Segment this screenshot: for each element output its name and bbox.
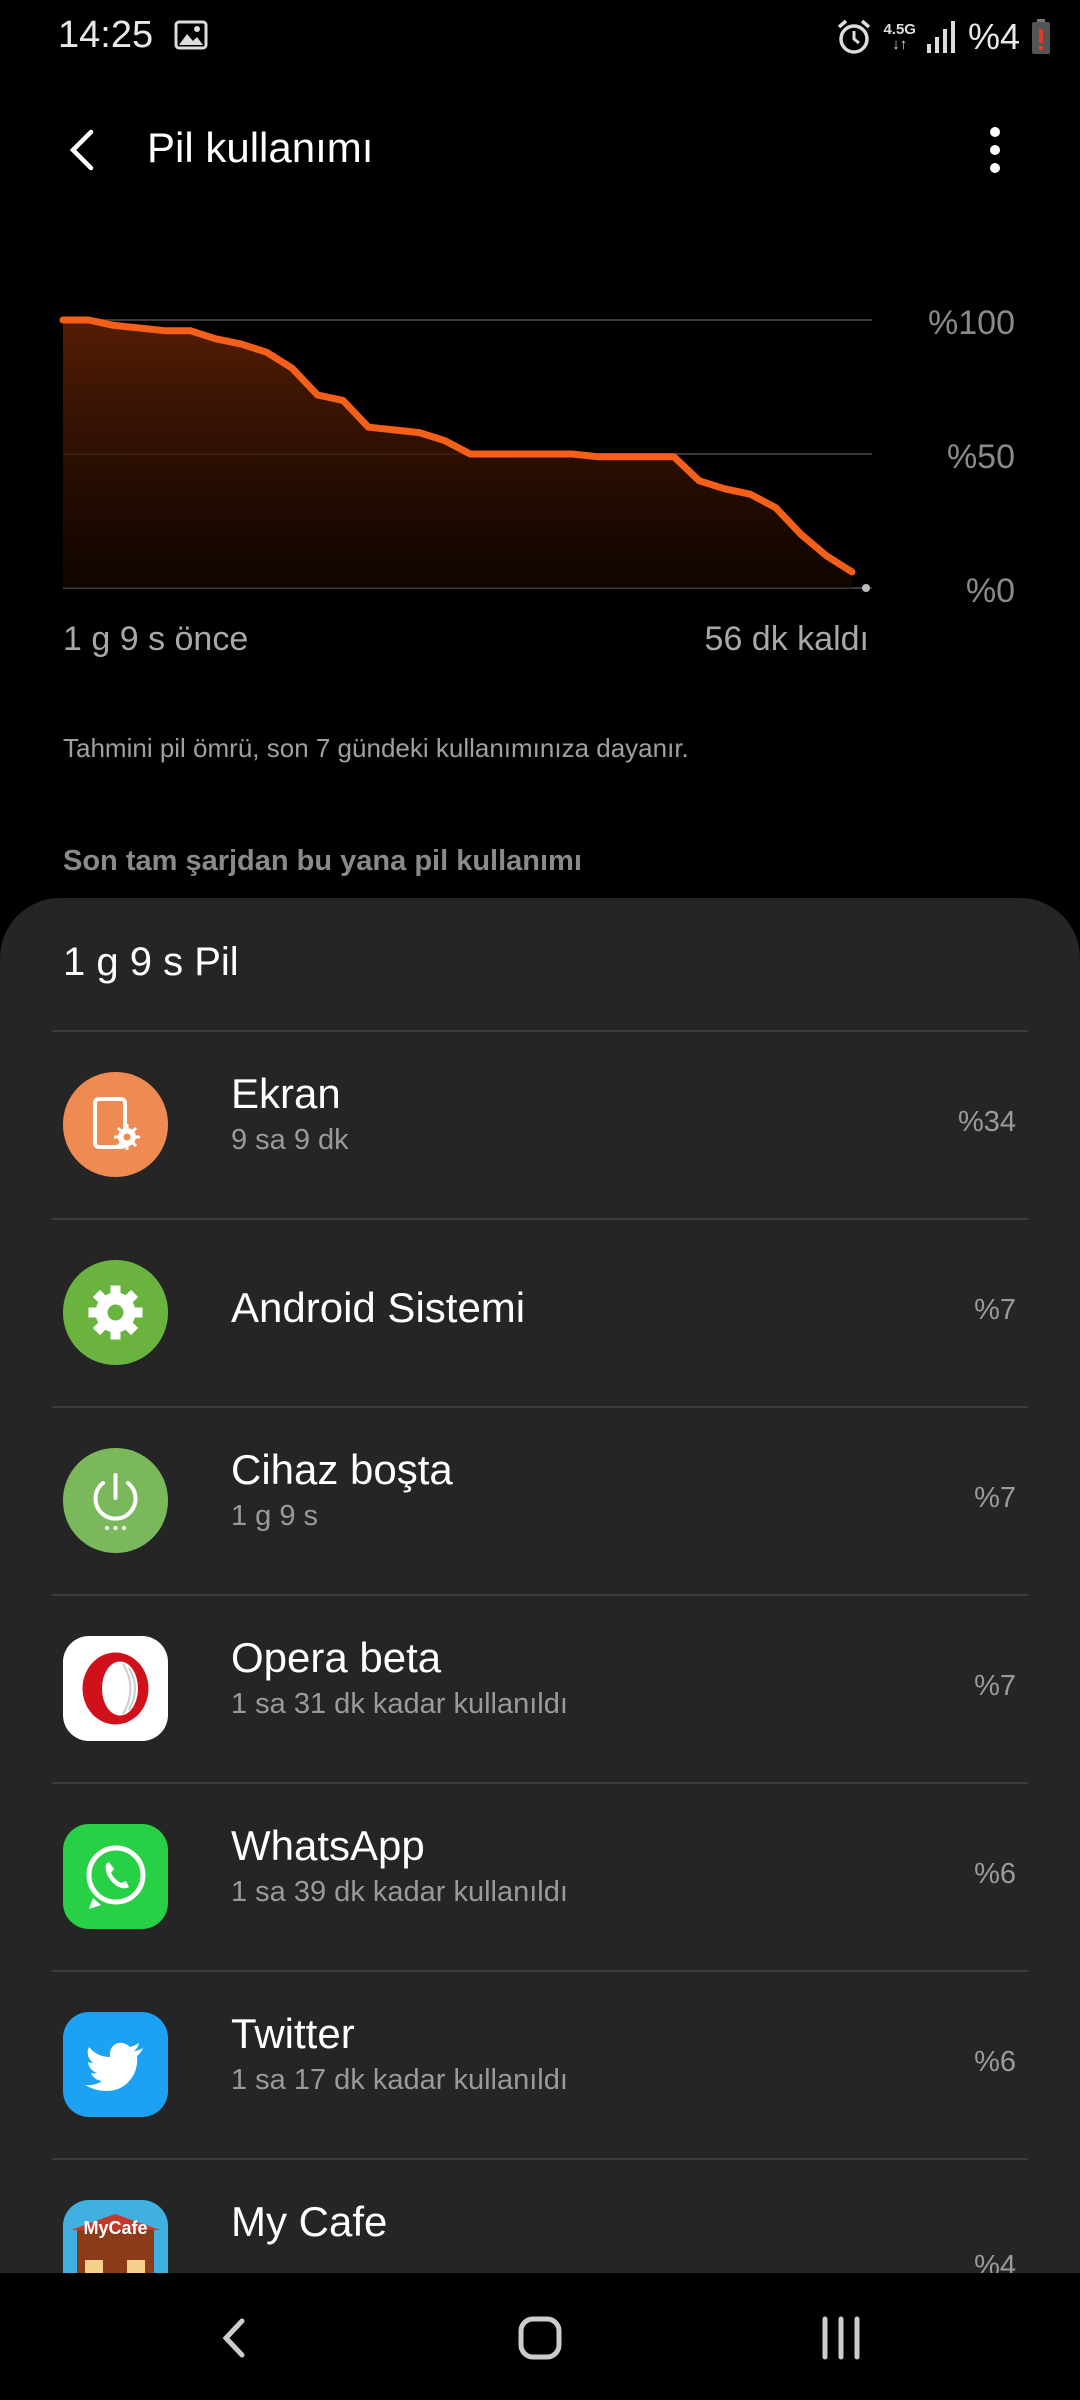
nav-home-icon[interactable] [505,2303,575,2373]
app-usage-percent: %7 [974,1294,1016,1326]
navigation-bar [0,2273,1080,2400]
app-usage-time: 1 sa 31 dk kadar kullanıldı [231,1688,568,1720]
section-title: Son tam şarjdan bu yana pil kullanımı [63,845,582,877]
power-icon [63,1448,168,1553]
gear-icon [63,1260,168,1365]
network-type: 4.5G ↓↑ [883,21,916,53]
alarm-icon [838,19,871,54]
more-vert-icon[interactable] [970,122,1020,178]
battery-chart-plot [59,316,872,592]
app-name: Twitter [231,2010,355,2057]
y-tick-label: %50 [946,438,1015,476]
app-name: My Cafe [231,2198,388,2245]
y-tick-label: %100 [928,304,1015,342]
mycafe-logo-text: MyCafe [83,2218,148,2238]
battery-chart: %100 %50 %0 1 g 9 s önce 56 dk kaldı [0,270,1080,670]
app-usage-percent: %6 [974,1858,1016,1890]
app-name: Cihaz boşta [231,1446,453,1493]
screen-settings-icon [63,1072,168,1177]
nav-back-icon[interactable] [200,2303,270,2373]
twitter-icon [63,2012,168,2117]
whatsapp-icon [63,1824,168,1929]
nav-recents-icon[interactable] [806,2303,876,2373]
app-usage-time: 1 sa 39 dk kadar kullanıldı [231,1876,568,1908]
app-name: Android Sistemi [231,1284,526,1331]
back-chevron-icon[interactable] [58,124,108,176]
page-title: Pil kullanımı [147,124,374,171]
mycafe-icon: MyCafe [63,2200,168,2278]
app-name: Ekran [231,1070,341,1117]
battery-icon [1032,19,1050,54]
status-icons: 4.5G ↓↑ %4 [835,12,1052,62]
usage-item-cihaz-bosta[interactable]: Cihaz boşta 1 g 9 s %7 [0,1408,1080,1594]
estimate-info-text: Tahmini pil ömrü, son 7 gündeki kullanım… [63,733,689,763]
status-bar: 14:25 4.5G ↓↑ %4 [0,0,1080,80]
signal-icon [926,21,955,53]
app-usage-percent: %34 [957,1106,1016,1138]
app-name: Opera beta [231,1634,442,1681]
app-usage-percent: %7 [974,1670,1016,1702]
opera-icon [63,1636,168,1741]
x-end-label: 56 dk kaldı [704,620,869,658]
app-bar: Pil kullanımı [0,100,1080,200]
usage-item-whatsapp[interactable]: WhatsApp 1 sa 39 dk kadar kullanıldı %6 [0,1784,1080,1970]
usage-item-android-sistemi[interactable]: Android Sistemi %7 [0,1220,1080,1406]
image-icon [174,20,208,50]
app-name: WhatsApp [231,1822,425,1869]
y-tick-label: %0 [965,572,1015,610]
battery-percent: %4 [967,16,1020,57]
usage-item-my-cafe[interactable]: MyCafe My Cafe %4 [0,2160,1080,2278]
app-usage-time: 1 sa 17 dk kadar kullanıldı [231,2064,568,2096]
app-usage-time: 1 g 9 s [231,1500,319,1532]
usage-item-twitter[interactable]: Twitter 1 sa 17 dk kadar kullanıldı %6 [0,1972,1080,2158]
chart-end-dot [862,584,870,592]
usage-item-opera-beta[interactable]: Opera beta 1 sa 31 dk kadar kullanıldı %… [0,1596,1080,1782]
usage-item-ekran[interactable]: Ekran 9 sa 9 dk %34 [0,1032,1080,1218]
usage-sheet: 1 g 9 s Pil Ekran 9 sa 9 dk %34 Android … [0,898,1080,2278]
app-usage-time: 9 sa 9 dk [231,1124,349,1156]
usage-total: 1 g 9 s Pil [63,940,239,984]
x-start-label: 1 g 9 s önce [63,620,249,658]
app-usage-percent: %7 [974,1482,1016,1514]
app-usage-percent: %6 [974,2046,1016,2078]
status-time: 14:25 [58,14,154,56]
